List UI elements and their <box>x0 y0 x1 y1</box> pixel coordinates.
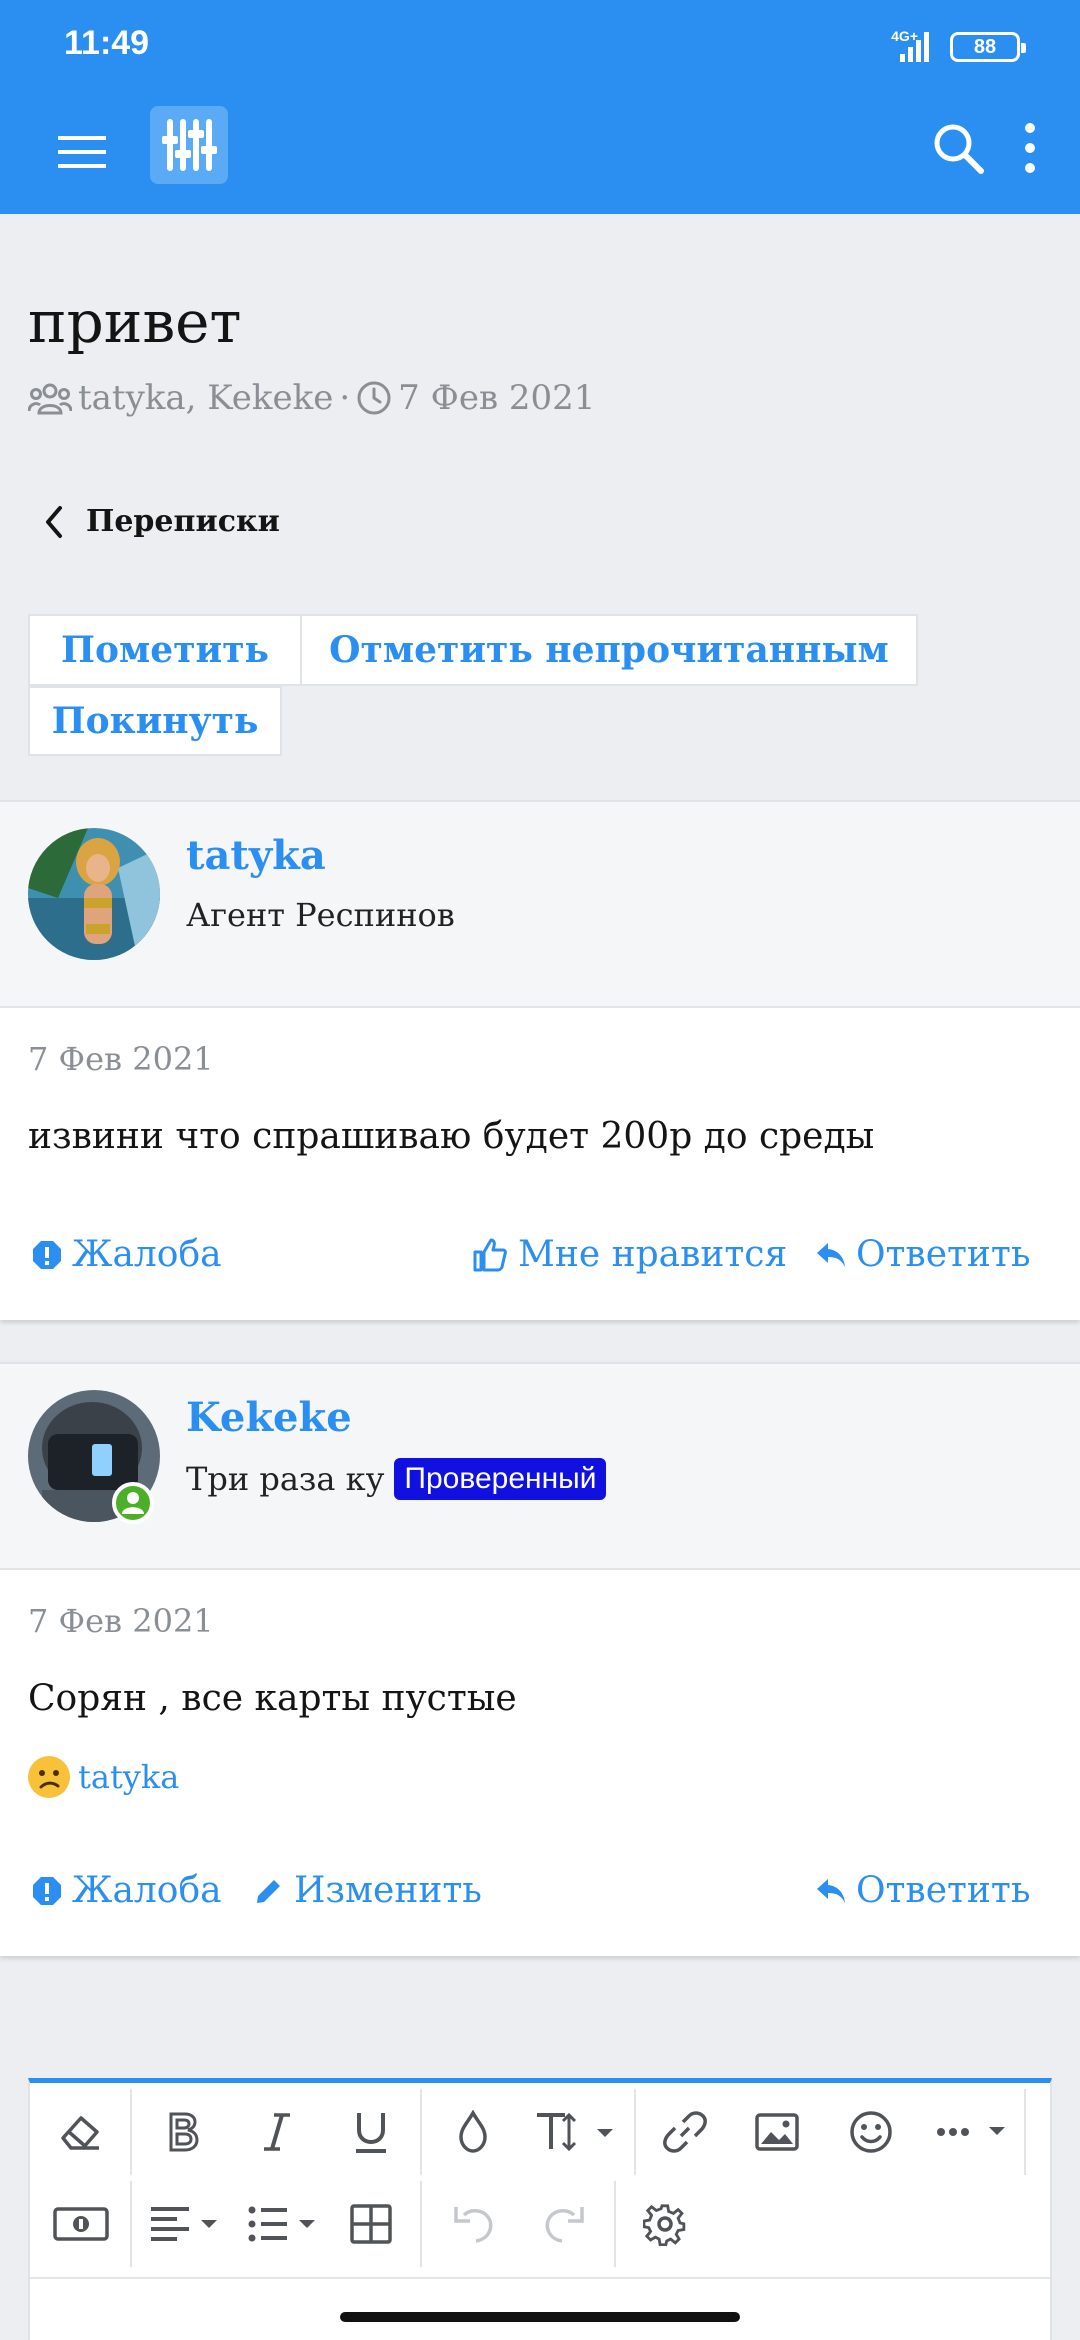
status-bar: 11:49 4G+ 88 <box>0 0 1080 90</box>
back-link-label: Переписки <box>86 504 280 539</box>
post-username[interactable]: tatyka <box>186 832 326 879</box>
underline-icon[interactable] <box>336 2097 406 2167</box>
toolbar-divider <box>1024 2089 1026 2175</box>
report-label: Жалоба <box>72 1234 222 1275</box>
toolbar-divider <box>420 2181 422 2267</box>
reply-editor[interactable] <box>28 2078 1052 2340</box>
clock-icon <box>357 381 391 415</box>
post-text: извини что спрашиваю будет 200р до среды <box>28 1116 875 1157</box>
sliders-logo-icon[interactable] <box>150 106 228 184</box>
edit-label: Изменить <box>294 1870 482 1911</box>
online-status-indicator <box>112 1482 154 1524</box>
app-bar <box>0 90 1080 214</box>
status-time: 11:49 <box>64 24 150 62</box>
battery-level: 88 <box>973 36 997 58</box>
reply-button[interactable]: Ответить <box>816 1870 1030 1911</box>
reaction-bar[interactable]: tatyka <box>28 1756 179 1798</box>
participants-icon <box>28 383 72 415</box>
reply-label: Ответить <box>856 1870 1031 1911</box>
eraser-icon[interactable] <box>46 2097 116 2167</box>
signal-icon <box>900 32 929 62</box>
align-dropdown[interactable] <box>144 2189 230 2259</box>
font-size-dropdown[interactable] <box>530 2097 620 2167</box>
redo-icon[interactable] <box>530 2189 600 2259</box>
reply-icon <box>817 1878 845 1903</box>
post-text: Сорян , все карты пустые <box>28 1678 517 1719</box>
toolbar-divider <box>634 2089 636 2175</box>
more-vertical-icon[interactable] <box>1020 120 1040 176</box>
hamburger-menu-icon[interactable] <box>56 126 108 178</box>
confused-emoji-icon <box>28 1756 70 1798</box>
editor-divider <box>30 2277 1050 2279</box>
post-username[interactable]: Kekeke <box>186 1394 352 1441</box>
post-user-title: Три раза ку Проверенный <box>186 1458 607 1500</box>
money-icon[interactable] <box>46 2189 116 2259</box>
post-author-header: Kekeke Три раза ку Проверенный <box>0 1364 1080 1570</box>
toolbar-divider <box>614 2181 616 2267</box>
battery-icon: 88 <box>950 32 1026 62</box>
report-icon <box>33 1876 61 1905</box>
bold-icon[interactable] <box>148 2097 218 2167</box>
reply-icon <box>817 1242 845 1267</box>
table-icon[interactable] <box>336 2189 406 2259</box>
post-author-header: tatyka Агент Респинов <box>0 802 1080 1008</box>
user-title-text: Агент Респинов <box>186 896 455 934</box>
toolbar-divider <box>130 2089 132 2175</box>
user-title-text: Три раза ку <box>186 1460 385 1498</box>
chevron-left-icon <box>46 505 62 538</box>
post-user-title: Агент Респинов <box>186 896 455 934</box>
toolbar-divider <box>420 2089 422 2175</box>
post-date: 7 Фев 2021 <box>28 1602 214 1640</box>
post-date: 7 Фев 2021 <box>28 1040 214 1078</box>
like-label: Мне нравится <box>518 1234 788 1275</box>
settings-gear-icon[interactable] <box>630 2189 700 2259</box>
meta-separator: · <box>339 378 351 418</box>
list-dropdown[interactable] <box>242 2189 328 2259</box>
mark-button[interactable]: Пометить <box>28 614 302 686</box>
image-icon[interactable] <box>742 2097 812 2167</box>
link-icon[interactable] <box>650 2097 720 2167</box>
text-color-icon[interactable] <box>438 2097 508 2167</box>
reply-button[interactable]: Ответить <box>816 1234 1030 1275</box>
mark-unread-button[interactable]: Отметить непрочитанным <box>300 614 918 686</box>
thumbs-up-icon <box>473 1238 507 1271</box>
reaction-user[interactable]: tatyka <box>78 1758 179 1796</box>
thread-date: 7 Фев 2021 <box>398 378 596 418</box>
undo-icon[interactable] <box>438 2189 508 2259</box>
page-title: привет <box>28 288 242 356</box>
search-icon[interactable] <box>930 120 986 176</box>
participants-list: tatyka, Kekeke <box>78 378 334 418</box>
back-to-conversations-link[interactable]: Переписки <box>44 504 280 539</box>
smiley-icon[interactable] <box>836 2097 906 2167</box>
like-button[interactable]: Мне нравится <box>472 1234 787 1275</box>
report-button[interactable]: Жалоба <box>32 1234 222 1275</box>
leave-button[interactable]: Покинуть <box>28 686 282 756</box>
more-options-dropdown[interactable] <box>930 2097 1016 2167</box>
italic-icon[interactable] <box>242 2097 312 2167</box>
pencil-icon <box>257 1879 280 1903</box>
verified-badge: Проверенный <box>394 1458 607 1500</box>
avatar[interactable] <box>28 828 160 960</box>
toolbar-divider <box>130 2181 132 2267</box>
message-post: tatyka Агент Респинов 7 Фев 2021 извини … <box>0 800 1080 1320</box>
report-icon <box>33 1240 61 1269</box>
edit-button[interactable]: Изменить <box>254 1870 482 1911</box>
report-button[interactable]: Жалоба <box>32 1870 222 1911</box>
thread-meta: tatyka, Kekeke · 7 Фев 2021 <box>28 378 595 418</box>
reply-label: Ответить <box>856 1234 1031 1275</box>
home-indicator[interactable] <box>340 2312 740 2322</box>
report-label: Жалоба <box>72 1870 222 1911</box>
message-post: Kekeke Три раза ку Проверенный 7 Фев 202… <box>0 1362 1080 1956</box>
